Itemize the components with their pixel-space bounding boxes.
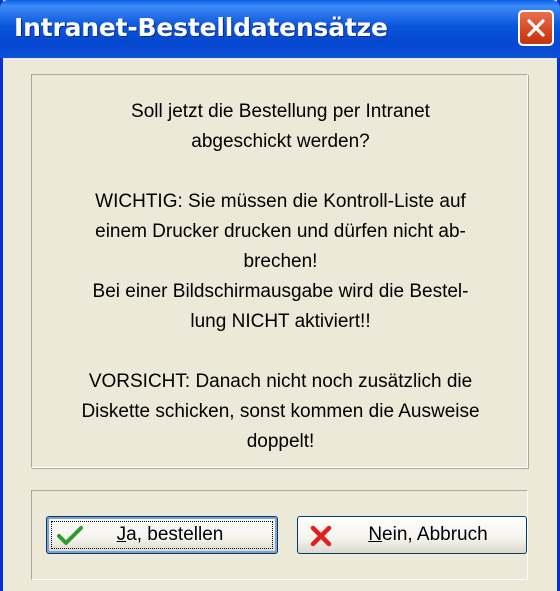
message-panel: Soll jetzt die Bestellung per Intranet a… [31, 74, 529, 469]
button-panel: Ja, bestellen Nein, Abbruch [31, 490, 528, 580]
close-button[interactable] [518, 10, 554, 46]
close-icon [527, 19, 545, 37]
message-caution: VORSICHT: Danach nicht noch zusätzlich d… [81, 371, 480, 452]
cancel-button[interactable]: Nein, Abbruch [297, 516, 527, 554]
dialog-window: Intranet-Bestelldatensätze Soll jetzt di… [0, 0, 560, 591]
confirm-order-label: Ja, bestellen [116, 524, 224, 545]
message-question: Soll jetzt die Bestellung per Intranet a… [131, 101, 430, 152]
message-important: WICHTIG: Sie müssen die Kontroll-Liste a… [92, 191, 469, 332]
window-title: Intranet-Bestelldatensätze [14, 13, 388, 42]
cancel-label: Nein, Abbruch [368, 524, 488, 545]
title-bar[interactable]: Intranet-Bestelldatensätze [0, 0, 560, 58]
confirm-order-button[interactable]: Ja, bestellen [46, 516, 278, 554]
